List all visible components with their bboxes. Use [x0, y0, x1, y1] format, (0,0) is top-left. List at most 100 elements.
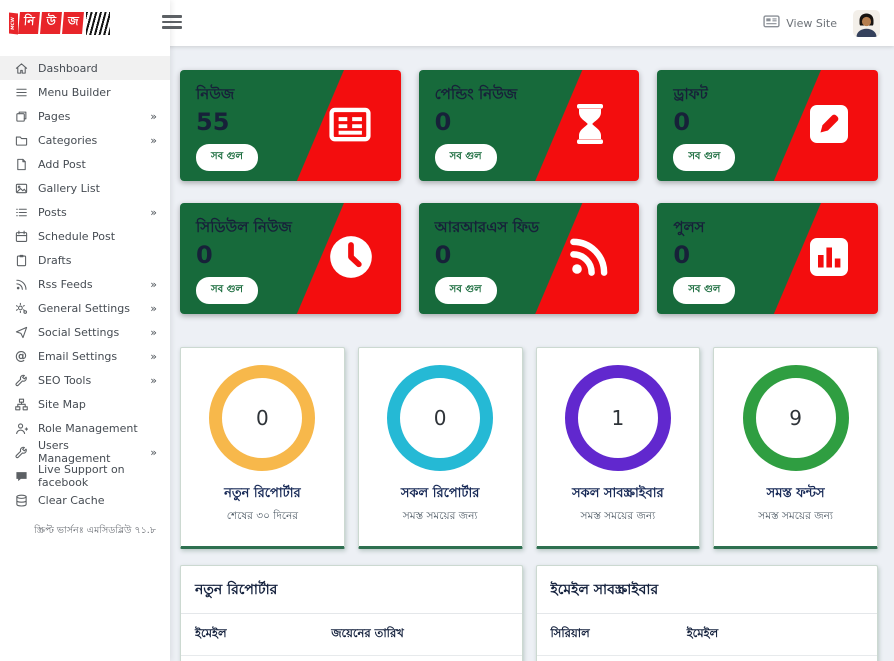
- donut-card-title: সমস্ত ফন্টস: [766, 486, 825, 501]
- sidebar-item-live-support-on-facebook[interactable]: Live Support on facebook: [0, 463, 170, 489]
- tables-grid: নতুন রিপোর্টার ইমেইল জয়েনের তারিখ ইমেইল সা…: [180, 565, 878, 661]
- file-icon: [14, 157, 28, 171]
- sidebar-item-role-management[interactable]: Role Management: [0, 416, 170, 440]
- sidebar-item-label: Users Management: [38, 439, 111, 465]
- stat-card-সিডিউল-নিউজ: সিডিউল নিউজ 0 সব গুল: [180, 203, 401, 314]
- view-all-button[interactable]: সব গুল: [673, 277, 736, 305]
- sidebar-item-menu-builder[interactable]: Menu Builder: [0, 80, 170, 104]
- gears-icon: [14, 301, 28, 315]
- table-title: ইমেইল সাবস্ক্রাইবার: [536, 566, 877, 614]
- sidebar-item-schedule-post[interactable]: Schedule Post: [0, 224, 170, 248]
- sidebar-item-email-settings[interactable]: @ Email Settings »: [0, 344, 170, 368]
- stat-cards-grid: নিউজ 55 সব গুল পেন্ডিং নিউজ 0 সব গুল ড্রাফট 0 সব…: [180, 70, 878, 314]
- user-avatar[interactable]: [853, 9, 880, 37]
- sidebar-item-label: Pages: [38, 109, 71, 123]
- donut-card-subtitle: শেষের ৩০ দিনের: [226, 510, 299, 522]
- image-icon: [14, 181, 28, 195]
- sidebar-item-label: Dashboard: [38, 61, 98, 75]
- sidebar-item-gallery-list[interactable]: Gallery List: [0, 176, 170, 200]
- rss-big-icon: [564, 232, 614, 286]
- donut-ring: 1: [564, 365, 671, 471]
- clock-icon: [326, 232, 376, 286]
- table-header-cell: জয়েনের তারিখ: [317, 614, 522, 656]
- sidebar-item-pages[interactable]: Pages »: [0, 104, 170, 128]
- stat-card-ড্রাফট: ড্রাফট 0 সব গুল: [657, 70, 878, 181]
- donut-cards-grid: 0 নতুন রিপোর্টার শেষের ৩০ দিনের 0 সকল রিপোর্…: [180, 347, 878, 549]
- donut-value: 0: [256, 406, 269, 430]
- sidebar-item-clear-cache[interactable]: Clear Cache: [0, 488, 170, 512]
- sitemap-icon: [14, 397, 28, 411]
- sidebar: MCW নি উ জ Dashboard Menu Builder Pages » Cate…: [0, 0, 170, 661]
- sidebar-item-label: Live Support on facebook: [38, 463, 125, 489]
- database-icon: [14, 493, 28, 507]
- home-icon: [14, 61, 28, 75]
- sidebar-item-add-post[interactable]: Add Post: [0, 152, 170, 176]
- sidebar-item-posts[interactable]: Posts »: [0, 200, 170, 224]
- clipboard-icon: [14, 253, 28, 267]
- sidebar-item-label: Rss Feeds: [38, 277, 93, 291]
- user-plus-icon: [14, 421, 28, 435]
- sidebar-item-site-map[interactable]: Site Map: [0, 392, 170, 416]
- sidebar-item-label: General Settings: [38, 301, 130, 315]
- logo-letter-block: উ: [40, 12, 62, 34]
- donut-card-title: নতুন রিপোর্টার: [224, 486, 301, 501]
- sidebar-item-users-management[interactable]: Users Management »: [0, 439, 170, 465]
- donut-card-সকল-রিপোর্টার: 0 সকল রিপোর্টার সমস্ত সময়ের জন্য: [357, 347, 523, 549]
- sidebar-item-label: Menu Builder: [38, 85, 111, 99]
- table-row[interactable]: 16mma.rifat66@gmail.com: [537, 656, 878, 661]
- donut-ring: 0: [387, 365, 494, 471]
- hamburger-menu-button[interactable]: [160, 13, 184, 31]
- pages-icon: [14, 109, 28, 123]
- sidebar-item-dashboard[interactable]: Dashboard: [0, 56, 170, 80]
- donut-card-subtitle: সমস্ত সময়ের জন্য: [758, 510, 833, 522]
- sidebar-item-label: Posts: [38, 205, 67, 219]
- table-card-ইমেইল-সাবস্ক্রাইবার: ইমেইল সাবস্ক্রাইবারসিরিয়ালইমেইল16mma.ri…: [535, 565, 878, 661]
- chevron-double-right-icon: »: [150, 301, 157, 315]
- donut-card-সমস্ত-ফন্টস: 9 সমস্ত ফন্টস সমস্ত সময়ের জন্য: [713, 347, 878, 549]
- donut-card-title: সকল রিপোর্টার: [400, 486, 480, 501]
- sidebar-item-categories[interactable]: Categories »: [0, 128, 170, 152]
- sidebar-item-label: Clear Cache: [38, 493, 105, 507]
- logo-letter-block: নি: [18, 12, 40, 34]
- sidebar-item-rss-feeds[interactable]: Rss Feeds »: [0, 272, 170, 296]
- sidebar-item-label: Email Settings: [38, 349, 118, 363]
- list-icon: [14, 205, 28, 219]
- donut-card-subtitle: সমস্ত সময়ের জন্য: [402, 510, 478, 522]
- donut-value: 0: [433, 406, 447, 430]
- logo-stripes-block: [86, 11, 110, 35]
- view-site-label: View Site: [786, 16, 837, 30]
- donut-card-subtitle: সমস্ত সময়ের জন্য: [580, 510, 656, 522]
- chevron-double-right-icon: »: [150, 277, 157, 291]
- sidebar-item-general-settings[interactable]: General Settings »: [0, 296, 170, 320]
- view-all-button[interactable]: সব গুল: [196, 277, 258, 305]
- view-site-link[interactable]: View Site: [763, 15, 837, 31]
- view-all-button[interactable]: সব গুল: [434, 277, 497, 305]
- sidebar-item-label: SEO Tools: [38, 373, 92, 387]
- sidebar-item-drafts[interactable]: Drafts: [0, 248, 170, 272]
- logo-prefix-text: MCW: [9, 12, 18, 34]
- view-all-button[interactable]: সব গুল: [673, 144, 736, 172]
- view-all-button[interactable]: সব গুল: [434, 144, 497, 172]
- stat-card-পুলস: পুলস 0 সব গুল: [657, 203, 878, 314]
- sidebar-item-seo-tools[interactable]: SEO Tools »: [0, 368, 170, 392]
- sidebar-item-social-settings[interactable]: Social Settings »: [0, 320, 170, 344]
- chevron-double-right-icon: »: [150, 373, 157, 387]
- edit-icon: [805, 100, 853, 152]
- chevron-double-right-icon: »: [150, 109, 157, 123]
- sidebar-item-label: Drafts: [38, 253, 72, 267]
- logo-letter-block: জ: [62, 12, 84, 34]
- site-logo[interactable]: MCW নি উ জ: [0, 0, 170, 46]
- sidebar-item-label: Categories: [38, 133, 98, 147]
- hourglass-icon: [566, 100, 614, 152]
- chevron-double-right-icon: »: [150, 445, 157, 459]
- donut-card-সকল-সাবস্ক্রাইবার: 1 সকল সাবস্ক্রাইবার সমস্ত সময়ের জন্য: [535, 347, 701, 549]
- table-header-cell: সিরিয়াল: [536, 614, 673, 656]
- table-cell: mma.rifat66@gmail.com: [673, 656, 877, 661]
- donut-value: 1: [611, 406, 625, 430]
- sidebar-item-label: Role Management: [38, 421, 138, 435]
- newspaper-icon: [324, 98, 376, 154]
- script-version-text: স্ক্রিপ্ট ভার্সনঃ এমসিডব্লিউ ৭১.৮: [34, 525, 156, 536]
- main-content: নিউজ 55 সব গুল পেন্ডিং নিউজ 0 সব গুল ড্রাফট 0 সব…: [170, 46, 894, 661]
- view-all-button[interactable]: সব গুল: [196, 144, 258, 172]
- sidebar-item-label: Site Map: [38, 397, 86, 411]
